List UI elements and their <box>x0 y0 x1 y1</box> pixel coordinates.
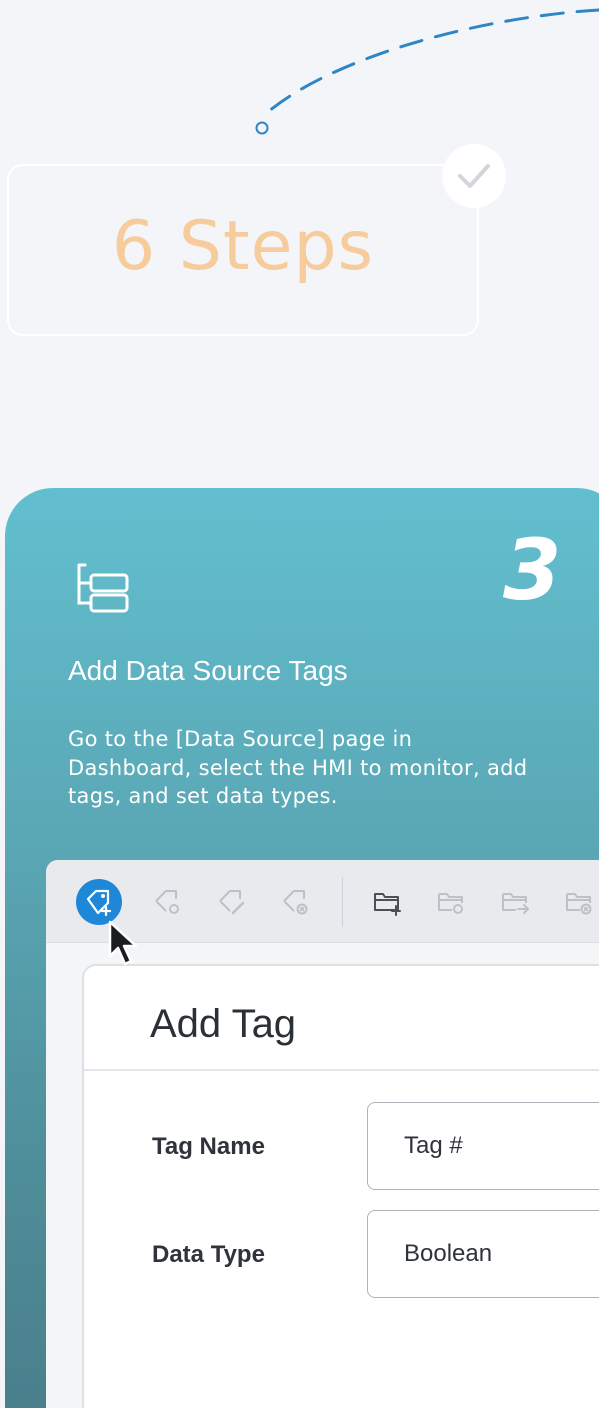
tag-edit-button[interactable] <box>208 879 254 925</box>
step-card: 3 Add Data Source Tags Go to the [Data S… <box>5 488 599 1408</box>
dashed-arc-decoration <box>255 8 599 135</box>
add-folder-button[interactable] <box>364 879 410 925</box>
mouse-cursor-icon <box>108 920 138 966</box>
add-tag-dialog: Add Tag Tag Name Tag # Data Type Boolean <box>82 964 599 1408</box>
dialog-title: Add Tag <box>150 1002 297 1046</box>
folder-move-icon <box>502 893 529 914</box>
add-tag-icon <box>86 889 112 917</box>
tag-edit-icon <box>219 890 245 915</box>
steps-title: 6 Steps <box>111 206 375 286</box>
step-title: Add Data Source Tags <box>68 655 348 686</box>
tag-delete-icon <box>283 890 308 915</box>
tag-delete-button[interactable] <box>272 879 318 925</box>
tree-structure-icon <box>77 563 129 613</box>
folder-move-button[interactable] <box>492 879 538 925</box>
tag-settings-icon <box>155 890 179 914</box>
tag-name-label: Tag Name <box>152 1133 265 1160</box>
tag-settings-button[interactable] <box>144 879 190 925</box>
data-type-select[interactable]: Boolean <box>367 1210 599 1298</box>
check-icon <box>442 144 506 208</box>
folder-settings-button[interactable] <box>428 879 474 925</box>
add-folder-icon <box>374 893 401 916</box>
dialog-divider <box>84 1069 599 1071</box>
folder-delete-icon <box>566 893 592 915</box>
add-tag-button[interactable] <box>76 879 122 925</box>
tag-name-input[interactable]: Tag # <box>367 1102 599 1190</box>
step-description: Go to the [Data Source] page in Dashboar… <box>68 727 528 809</box>
step-number: 3 <box>503 521 562 619</box>
folder-delete-button[interactable] <box>556 879 599 925</box>
data-type-label: Data Type <box>152 1241 265 1268</box>
toolbar-separator <box>342 877 343 927</box>
steps-banner: 6 Steps <box>7 164 479 336</box>
folder-settings-icon <box>438 893 463 914</box>
